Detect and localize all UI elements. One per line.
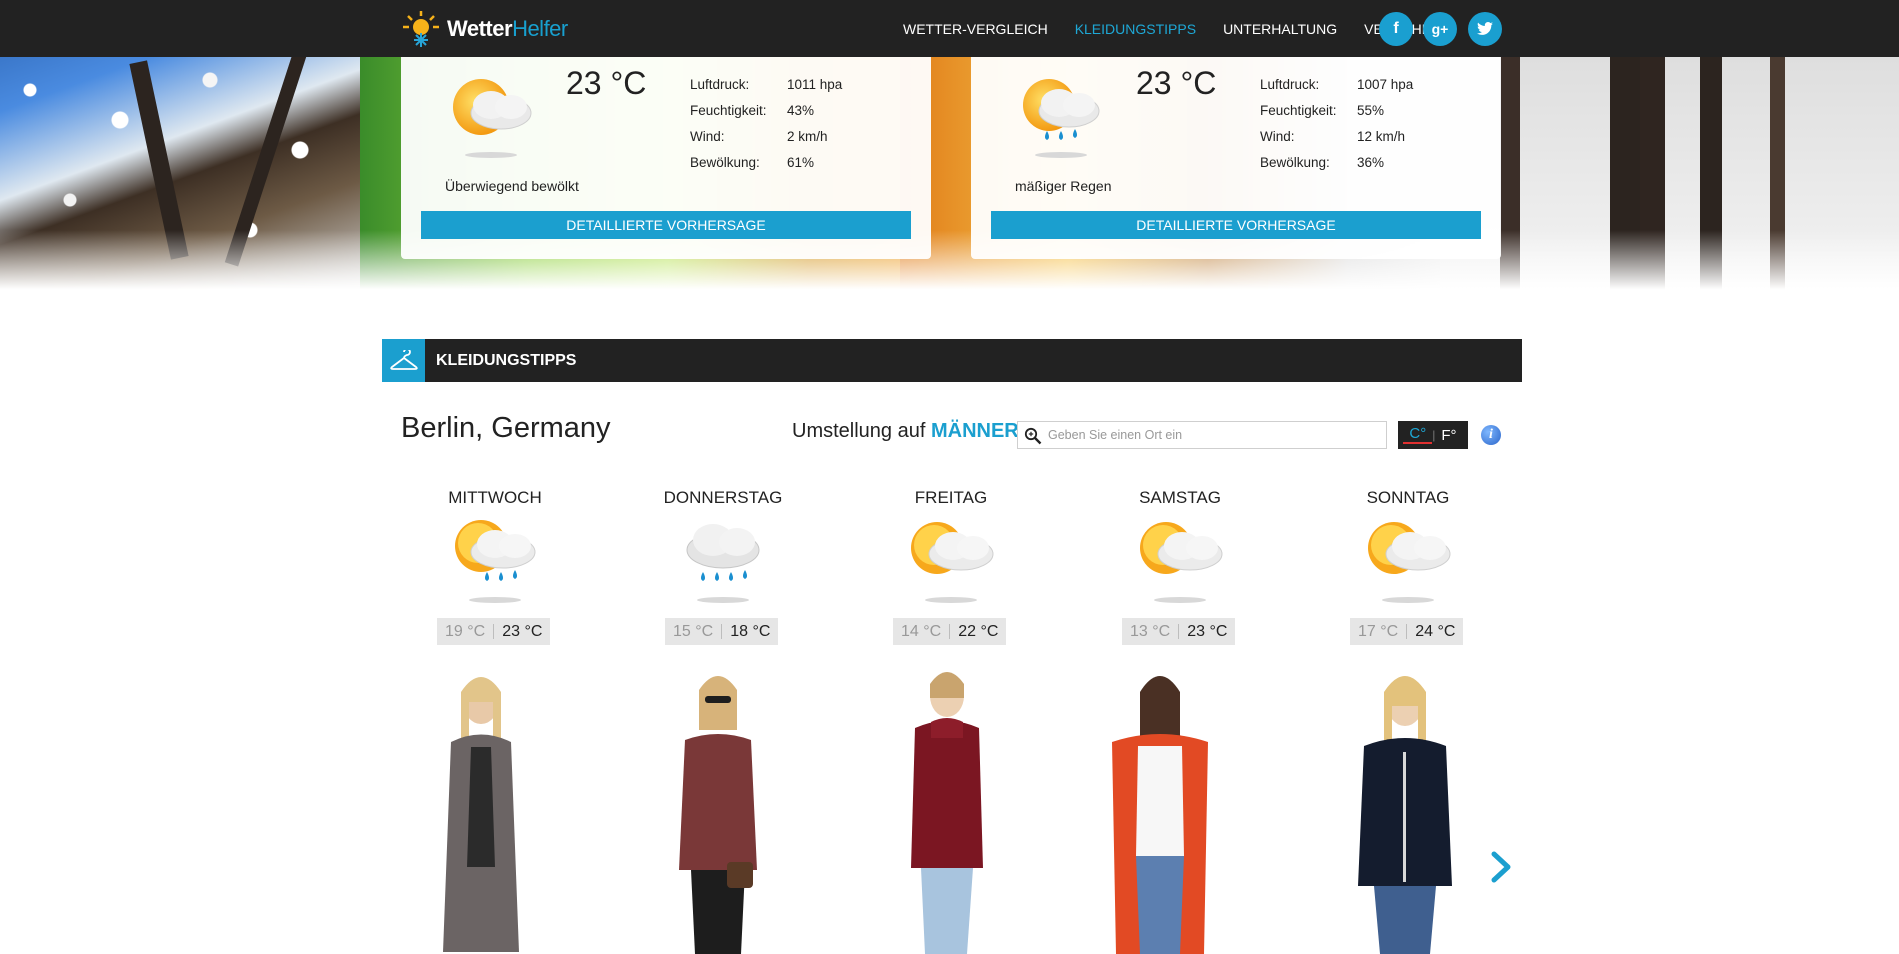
detailed-forecast-button[interactable]: DETAILLIERTE VORHERSAGE — [991, 211, 1481, 239]
day-name: MITTWOCH — [448, 488, 542, 507]
outfit-image[interactable] — [1330, 662, 1480, 954]
gender-switch-prefix: Umstellung auf — [792, 420, 926, 442]
weather-description: mäßiger Regen — [1015, 178, 1112, 194]
weather-card: 23 °C Überwiegend bewölkt Luftdruck: 101… — [401, 57, 931, 259]
detail-label: Wind: — [690, 129, 725, 144]
search-icon[interactable] — [1024, 427, 1042, 445]
twitter-icon[interactable] — [1468, 12, 1502, 46]
partly-cloudy-icon — [1368, 522, 1451, 603]
logo-text: WetterHelfer — [447, 16, 568, 41]
forecast-day: MITTWOCH 19 °C 23 °C — [381, 488, 609, 954]
current-temperature: 23 °C — [566, 65, 647, 101]
chevron-right-icon[interactable] — [1486, 848, 1516, 886]
day-name: DONNERSTAG — [663, 488, 783, 507]
day-name: SONNTAG — [1366, 488, 1450, 507]
detail-value: 43% — [787, 103, 815, 118]
temperature-range: 13 °C 23 °C — [1122, 618, 1236, 645]
hanger-icon — [389, 349, 418, 370]
detail-label: Bewölkung: — [1260, 155, 1330, 170]
partly-cloudy-icon — [911, 522, 994, 603]
temp-max: 23 °C — [1187, 622, 1228, 640]
detail-label: Luftdruck: — [690, 77, 750, 92]
forecast-day: FREITAG 14 °C 22 °C — [837, 488, 1065, 954]
partly-cloudy-icon — [1140, 522, 1223, 603]
section-header: KLEIDUNGSTIPPS — [382, 339, 1522, 382]
nav-unterhaltung[interactable]: UNTERHALTUNG — [1223, 21, 1337, 37]
temp-max: 22 °C — [958, 622, 999, 640]
sun-cloud-rain-icon — [455, 520, 536, 603]
search-input[interactable] — [1048, 424, 1378, 446]
section-icon-box — [382, 339, 425, 382]
day-name: FREITAG — [914, 488, 988, 507]
temp-min: 19 °C — [445, 622, 486, 640]
location-search — [1017, 421, 1387, 449]
detail-label: Bewölkung: — [690, 155, 760, 170]
detailed-forecast-button[interactable]: DETAILLIERTE VORHERSAGE — [421, 211, 911, 239]
day-name: SAMSTAG — [1139, 488, 1221, 507]
forecast-day: DONNERSTAG 15 °C 18 °C — [609, 488, 837, 954]
forecast-day: SAMSTAG 13 °C 23 °C — [1066, 488, 1294, 954]
temperature-range: 15 °C 18 °C — [665, 618, 779, 645]
unit-fahrenheit[interactable]: F° — [1435, 427, 1462, 444]
temp-min: 14 °C — [901, 622, 942, 640]
detail-value: 1011 hpa — [787, 77, 843, 92]
sun-cloud-rain-icon — [1023, 79, 1100, 158]
gender-switch-link[interactable]: Umstellung auf MÄNNER — [792, 420, 1019, 443]
detail-value: 12 km/h — [1357, 129, 1406, 144]
partly-cloudy-icon — [453, 79, 532, 158]
facebook-icon[interactable]: f — [1379, 12, 1413, 46]
detail-value: 1007 hpa — [1357, 77, 1414, 92]
nav-wetter-vergleich[interactable]: WETTER-VERGLEICH — [903, 21, 1048, 37]
twitter-bird-glyph — [1477, 22, 1493, 35]
detail-label: Feuchtigkeit: — [690, 103, 767, 118]
weather-card: 23 °C mäßiger Regen Luftdruck: 1007 hpa … — [971, 57, 1501, 259]
detail-value: 61% — [787, 155, 815, 170]
google-plus-icon[interactable]: g+ — [1423, 12, 1457, 46]
detail-value: 36% — [1357, 155, 1385, 170]
temp-min: 17 °C — [1358, 622, 1399, 640]
hero-fade — [0, 230, 1899, 300]
location-title: Berlin, Germany — [401, 412, 611, 444]
temp-max: 18 °C — [730, 622, 771, 640]
current-temperature: 23 °C — [1136, 65, 1217, 101]
cloud-rain-icon — [686, 524, 760, 603]
gender-switch-target: MÄNNER — [930, 420, 1019, 442]
main-nav: WETTER-VERGLEICH KLEIDUNGSTIPPS UNTERHAL… — [903, 0, 1459, 57]
detail-label: Luftdruck: — [1260, 77, 1320, 92]
sun-snowflake-logo-icon — [403, 11, 439, 47]
weather-description: Überwiegend bewölkt — [445, 178, 579, 194]
info-icon[interactable]: i — [1481, 425, 1501, 445]
section-title: KLEIDUNGSTIPPS — [436, 352, 577, 369]
temperature-range: 17 °C 24 °C — [1350, 618, 1464, 645]
outfit-image[interactable] — [643, 662, 793, 954]
temp-min: 13 °C — [1130, 622, 1171, 640]
outfit-image[interactable] — [875, 662, 1025, 954]
detail-value: 2 km/h — [787, 129, 828, 144]
outfit-image[interactable] — [1082, 662, 1232, 954]
nav-kleidungstipps[interactable]: KLEIDUNGSTIPPS — [1075, 21, 1196, 37]
detail-value: 55% — [1357, 103, 1385, 118]
unit-celsius[interactable]: C° — [1403, 426, 1433, 444]
unit-switch: C° | F° — [1398, 421, 1468, 449]
site-logo[interactable]: WetterHelfer — [401, 9, 568, 49]
outfit-image[interactable] — [411, 662, 561, 954]
top-navbar: WetterHelfer WETTER-VERGLEICH KLEIDUNGST… — [0, 0, 1899, 57]
temp-min: 15 °C — [673, 622, 714, 640]
detail-label: Wind: — [1260, 129, 1295, 144]
temperature-range: 14 °C 22 °C — [893, 618, 1007, 645]
temp-max: 23 °C — [502, 622, 543, 640]
temp-max: 24 °C — [1415, 622, 1456, 640]
detail-label: Feuchtigkeit: — [1260, 103, 1337, 118]
temperature-range: 19 °C 23 °C — [437, 618, 551, 645]
